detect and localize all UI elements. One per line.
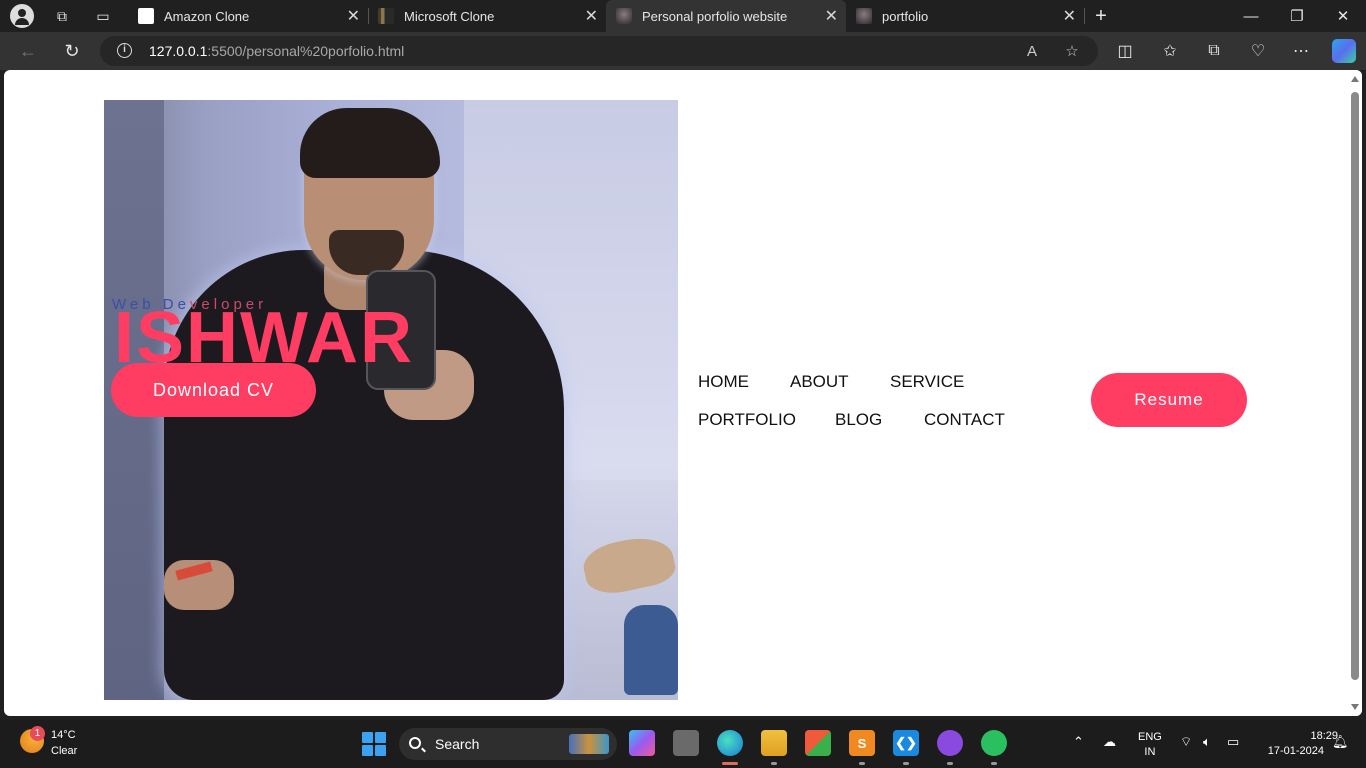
resume-button[interactable]: Resume xyxy=(1091,373,1247,427)
tab-favicon-icon xyxy=(616,8,632,24)
tab-favicon-icon xyxy=(138,8,154,24)
scroll-up-icon[interactable] xyxy=(1351,76,1359,82)
whatsapp-icon[interactable] xyxy=(981,730,1007,756)
lang-line2: IN xyxy=(1144,746,1156,758)
edge-active-indicator xyxy=(722,762,738,765)
restore-icon[interactable]: ❐ xyxy=(1274,0,1320,32)
tab-microsoft-clone[interactable]: Microsoft Clone ✕ xyxy=(368,0,606,32)
close-window-icon[interactable]: ✕ xyxy=(1320,0,1366,32)
task-view-icon[interactable] xyxy=(673,730,699,756)
onedrive-icon[interactable]: ☁ xyxy=(1103,734,1116,750)
nav-service-link[interactable]: SERVICE xyxy=(890,372,964,392)
url-input[interactable]: i 127.0.0.1:5500/personal%20porfolio.htm… xyxy=(100,36,1098,66)
wifi-icon[interactable]: ⌔ xyxy=(1180,734,1192,750)
clock-time[interactable]: 18:29 xyxy=(1286,729,1338,744)
weather-desc[interactable]: Clear xyxy=(51,745,77,757)
nav-about-link[interactable]: ABOUT xyxy=(790,372,849,392)
close-tab-icon[interactable]: ✕ xyxy=(585,6,598,26)
new-tab-icon[interactable]: + xyxy=(1091,5,1111,27)
nav-portfolio-link[interactable]: PORTFOLIO xyxy=(698,410,796,430)
tab-bar: ⧉ ▭ Amazon Clone ✕ Microsoft Clone ✕ Per… xyxy=(0,0,1366,32)
url-path: :5500/personal%20porfolio.html xyxy=(207,43,405,59)
tab-personal-portfolio[interactable]: Personal porfolio website ✕ xyxy=(606,0,846,32)
vscode-icon[interactable]: ❮❯ xyxy=(893,730,919,756)
app-running-indicator xyxy=(947,762,953,765)
lang-line1: ENG xyxy=(1138,731,1162,743)
battery-icon[interactable]: ▭ xyxy=(1227,734,1239,750)
url-host: 127.0.0.1 xyxy=(149,43,208,59)
tab-amazon-clone[interactable]: Amazon Clone ✕ xyxy=(128,0,368,32)
search-highlight-icon xyxy=(569,734,609,754)
back-arrow-icon[interactable]: ← xyxy=(17,40,39,62)
photo-person-hair xyxy=(300,108,440,178)
weather-badge: 1 xyxy=(30,726,45,741)
close-tab-icon[interactable]: ✕ xyxy=(1063,6,1076,26)
tray-overflow-icon[interactable]: ⌃ xyxy=(1073,734,1084,750)
tab-title: Amazon Clone xyxy=(164,8,250,24)
sublime-text-icon[interactable]: S xyxy=(849,730,875,756)
url-text[interactable]: 127.0.0.1:5500/personal%20porfolio.html xyxy=(149,43,404,59)
copilot-icon[interactable] xyxy=(1332,39,1356,63)
more-options-icon[interactable]: ⋯ xyxy=(1290,40,1312,62)
close-tab-icon[interactable]: ✕ xyxy=(347,6,360,26)
close-tab-icon[interactable]: ✕ xyxy=(825,6,838,26)
weather-temp[interactable]: 14°C xyxy=(51,729,76,741)
github-desktop-icon[interactable] xyxy=(937,730,963,756)
tab-portfolio[interactable]: portfolio ✕ xyxy=(846,0,1084,32)
ms-store-icon[interactable] xyxy=(805,730,831,756)
app-running-indicator xyxy=(903,762,909,765)
taskbar-search-input[interactable]: Search xyxy=(399,728,617,760)
nav-blog-link[interactable]: BLOG xyxy=(835,410,882,430)
page-viewport: Web Developer ISHWAR Download CV HOME AB… xyxy=(4,70,1362,716)
app-running-indicator xyxy=(771,762,777,765)
photo-person-beard xyxy=(329,230,404,275)
minimize-icon[interactable]: — xyxy=(1228,0,1274,32)
refresh-icon[interactable]: ↻ xyxy=(61,40,83,62)
app-running-indicator xyxy=(991,762,997,765)
tab-title: portfolio xyxy=(882,8,929,24)
browser-essentials-icon[interactable]: ♡ xyxy=(1247,40,1269,62)
clock-date[interactable]: 17-01-2024 xyxy=(1258,745,1324,757)
start-menu-icon[interactable] xyxy=(362,732,386,756)
file-explorer-icon[interactable] xyxy=(761,730,787,756)
tab-favicon-icon xyxy=(378,8,394,24)
taskbar: 1 14°C Clear Search S ❮❯ ⌃ ☁ ENG IN ⌔ 🔈︎… xyxy=(0,720,1366,768)
search-icon xyxy=(409,737,421,749)
favorite-star-icon[interactable]: ☆ xyxy=(1063,42,1081,60)
scroll-down-icon[interactable] xyxy=(1351,704,1359,710)
page-scrollbar[interactable] xyxy=(1348,70,1362,716)
app-running-indicator xyxy=(859,762,865,765)
read-aloud-icon[interactable]: A xyxy=(1023,42,1041,60)
nav-home-link[interactable]: HOME xyxy=(698,372,749,392)
scroll-thumb[interactable] xyxy=(1351,92,1359,680)
address-bar: ← ↻ i 127.0.0.1:5500/personal%20porfolio… xyxy=(0,32,1366,70)
copilot-app-icon[interactable] xyxy=(629,730,655,756)
tab-title: Microsoft Clone xyxy=(404,8,495,24)
site-info-icon[interactable]: i xyxy=(117,43,132,58)
profile-icon[interactable] xyxy=(10,4,34,28)
edge-browser-icon[interactable] xyxy=(717,730,743,756)
tab-actions-icon[interactable]: ▭ xyxy=(93,6,113,26)
favorites-icon[interactable]: ✩ xyxy=(1159,40,1181,62)
language-indicator[interactable]: ENG IN xyxy=(1138,730,1162,760)
download-cv-button[interactable]: Download CV xyxy=(111,363,316,417)
collections-icon[interactable]: ⧉ xyxy=(1203,40,1225,62)
workspaces-icon[interactable]: ⧉ xyxy=(52,6,72,26)
volume-icon[interactable]: 🔈︎ xyxy=(1203,734,1211,750)
photo-bucket xyxy=(624,605,678,695)
nav-contact-link[interactable]: CONTACT xyxy=(924,410,1005,430)
search-label: Search xyxy=(435,736,480,752)
split-screen-icon[interactable]: ◫ xyxy=(1114,40,1136,62)
notification-bell-icon[interactable]: 🔔︎ xyxy=(1332,734,1349,750)
tab-favicon-icon xyxy=(856,8,872,24)
tab-title: Personal porfolio website xyxy=(642,8,788,24)
tab-separator xyxy=(1084,8,1085,24)
